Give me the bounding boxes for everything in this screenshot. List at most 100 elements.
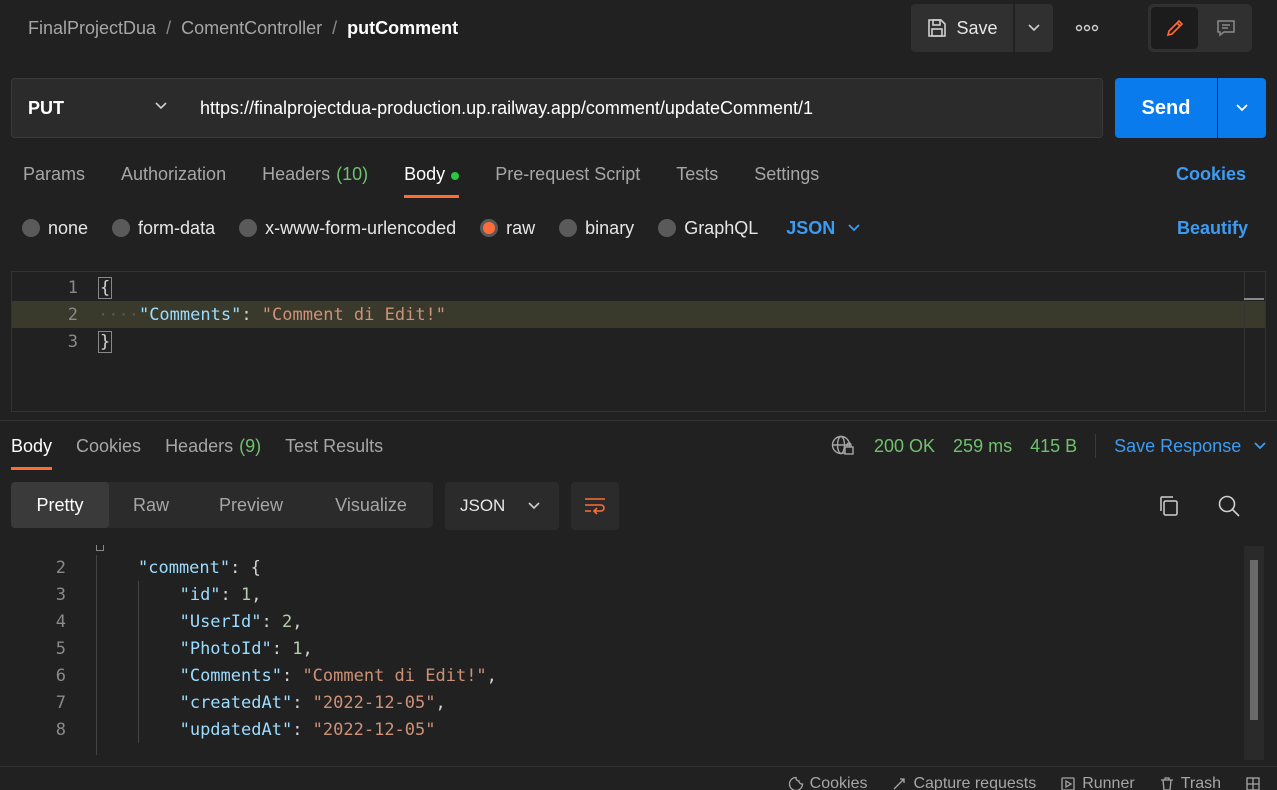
breadcrumb-separator: / — [332, 17, 338, 38]
response-language-select[interactable]: JSON — [445, 482, 559, 530]
save-response-button[interactable]: Save Response — [1114, 436, 1267, 457]
breadcrumb-separator: / — [166, 17, 172, 38]
breadcrumb-collection[interactable]: ComentController — [181, 18, 322, 39]
more-icon — [1075, 24, 1099, 32]
radio-x-www-form-urlencoded[interactable]: x-www-form-urlencoded — [239, 218, 456, 239]
response-tab-cookies[interactable]: Cookies — [76, 432, 141, 470]
editor-scroll-divider — [1244, 272, 1245, 411]
tab-headers[interactable]: Headers (10) — [262, 160, 368, 196]
view-raw[interactable]: Raw — [109, 482, 193, 528]
save-dropdown-button[interactable] — [1015, 4, 1053, 52]
radio-circle — [239, 219, 258, 237]
line-number: 4 — [55, 611, 66, 632]
response-size[interactable]: 415 B — [1030, 436, 1077, 457]
beautify-button[interactable]: Beautify — [1177, 218, 1248, 239]
breadcrumb-workspace[interactable]: FinalProjectDua — [28, 18, 156, 39]
edit-mode-button[interactable] — [1151, 7, 1198, 49]
response-code-line: 5 "PhotoId": 1, — [0, 635, 1277, 662]
tab-body[interactable]: Body — [404, 160, 460, 198]
code-line: 1 { — [67, 276, 113, 299]
wrap-lines-icon — [585, 498, 605, 515]
copy-icon — [1160, 496, 1178, 516]
search-button[interactable] — [1214, 491, 1244, 521]
response-headers-count: (9) — [239, 436, 262, 456]
headers-count: (10) — [336, 164, 369, 184]
save-button[interactable]: Save — [911, 4, 1013, 52]
request-body-editor[interactable]: 1 { 2 ····"Comments": "Comment di Edit!"… — [11, 271, 1266, 412]
view-preview[interactable]: Preview — [193, 482, 309, 528]
response-tab-test-results[interactable]: Test Results — [285, 432, 383, 470]
runner-icon — [1061, 777, 1075, 790]
chevron-down-icon — [848, 224, 860, 232]
response-code-line: 8 "updatedAt": "2022-12-05" — [0, 716, 1277, 743]
line-number: 3 — [55, 584, 66, 605]
radio-raw[interactable]: raw — [480, 218, 535, 239]
radio-circle-selected — [480, 219, 499, 237]
radio-form-data[interactable]: form-data — [112, 218, 215, 239]
chevron-down-icon — [1254, 442, 1266, 450]
response-code-line: 4 "UserId": 2, — [0, 608, 1277, 635]
line-number: 6 — [55, 665, 66, 686]
method-label: PUT — [28, 97, 64, 118]
line-number: 7 — [55, 692, 66, 713]
response-scrollbar-thumb[interactable] — [1250, 560, 1258, 720]
globe-lock-icon[interactable] — [830, 434, 856, 458]
tab-params[interactable]: Params — [23, 160, 85, 196]
comments-mode-button[interactable] — [1202, 7, 1249, 49]
editor-scroll-marker — [1244, 298, 1264, 300]
tab-tests[interactable]: Tests — [676, 160, 718, 196]
code-line: 3 } — [67, 330, 113, 353]
clipped-line — [0, 545, 1277, 554]
response-code-line: 6 "Comments": "Comment di Edit!", — [0, 662, 1277, 689]
statusbar-runner[interactable]: Runner — [1060, 775, 1135, 790]
tab-settings[interactable]: Settings — [754, 160, 819, 196]
more-actions-button[interactable] — [1068, 12, 1106, 44]
send-button[interactable]: Send — [1115, 78, 1217, 138]
chevron-down-icon — [528, 502, 540, 510]
capture-icon — [894, 778, 906, 790]
statusbar-cookies[interactable]: Cookies — [788, 775, 867, 790]
save-icon — [928, 19, 947, 37]
view-pretty[interactable]: Pretty — [11, 482, 109, 528]
body-modified-dot — [451, 172, 460, 180]
line-number: 2 — [55, 557, 66, 578]
radio-circle — [658, 219, 677, 237]
trash-icon — [1160, 777, 1173, 790]
line-number: 5 — [55, 638, 66, 659]
layout-icon — [1246, 777, 1260, 790]
body-language-select[interactable]: JSON — [786, 218, 861, 239]
cookies-link[interactable]: Cookies — [1176, 164, 1246, 185]
method-select[interactable]: PUT — [11, 78, 185, 138]
statusbar-layout[interactable] — [1245, 775, 1261, 790]
response-meta: 200 OK 259 ms 415 B Save Response — [830, 432, 1267, 460]
wrap-lines-button[interactable] — [571, 482, 619, 530]
response-status[interactable]: 200 OK — [874, 436, 935, 457]
pane-divider[interactable] — [0, 420, 1277, 421]
response-tabs: Body Cookies Headers (9) Test Results — [11, 432, 383, 470]
comment-icon — [1216, 20, 1235, 37]
save-label: Save — [956, 17, 998, 38]
request-name[interactable]: putComment — [347, 18, 458, 39]
radio-circle — [559, 219, 578, 237]
radio-graphql[interactable]: GraphQL — [658, 218, 758, 239]
statusbar-capture-requests[interactable]: Capture requests — [891, 775, 1036, 790]
radio-none[interactable]: none — [22, 218, 88, 239]
view-mode-toggle — [1148, 4, 1252, 52]
tab-pre-request-script[interactable]: Pre-request Script — [495, 160, 640, 196]
response-view-toggle: Pretty Raw Preview Visualize — [11, 482, 433, 528]
tab-authorization[interactable]: Authorization — [121, 160, 226, 196]
send-dropdown-button[interactable] — [1218, 78, 1266, 138]
view-visualize[interactable]: Visualize — [309, 482, 433, 528]
chevron-down-icon — [155, 102, 167, 110]
cookie-icon — [788, 776, 803, 790]
radio-binary[interactable]: binary — [559, 218, 634, 239]
breadcrumb: FinalProjectDua / ComentController / put… — [28, 14, 458, 42]
response-time[interactable]: 259 ms — [953, 436, 1012, 457]
radio-circle — [22, 219, 40, 237]
response-body-viewer[interactable]: 2 "comment": {3 "id": 1, 4 "UserId": 2, 5 "Pho… — [0, 545, 1277, 757]
copy-button[interactable] — [1154, 491, 1184, 521]
url-input[interactable]: https://finalprojectdua-production.up.ra… — [184, 78, 1103, 138]
response-tab-headers[interactable]: Headers (9) — [165, 432, 261, 470]
statusbar-trash[interactable]: Trash — [1159, 775, 1221, 790]
response-tab-body[interactable]: Body — [11, 432, 53, 470]
